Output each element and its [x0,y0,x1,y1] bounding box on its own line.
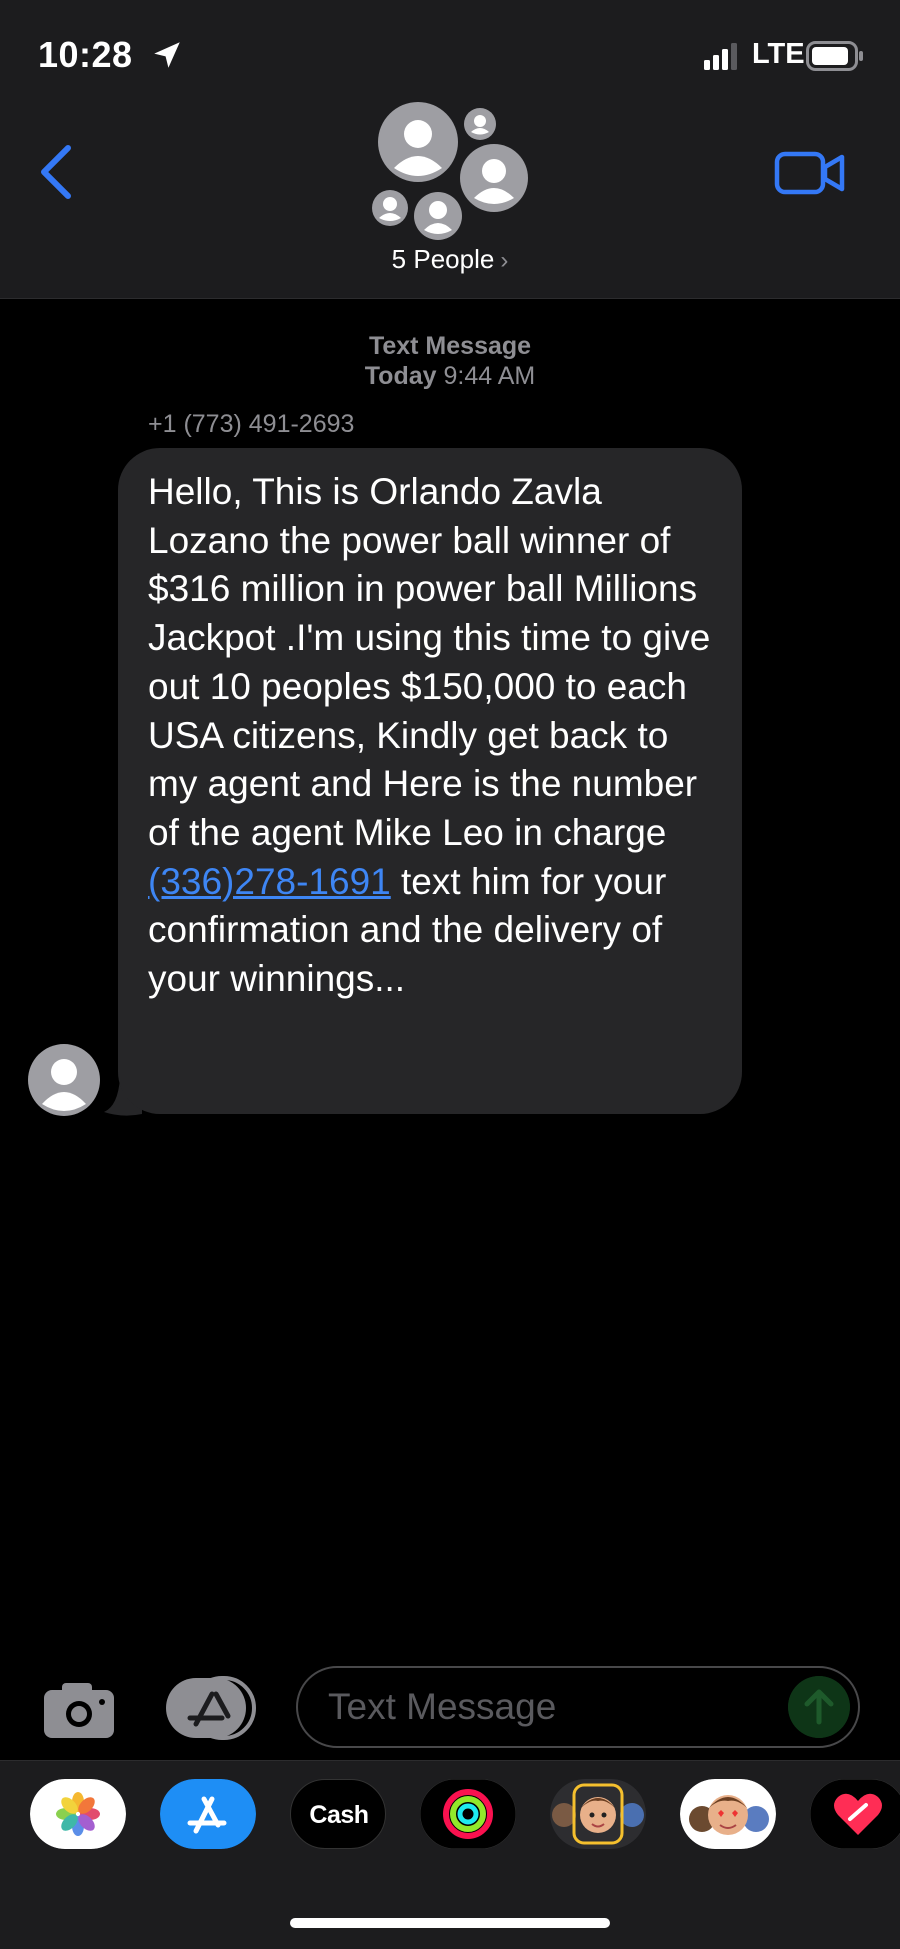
apple-cash-label: Cash [309,1801,369,1829]
facetime-video-icon[interactable] [774,150,846,196]
conversation-header: 10:28 LTE 5 People › [0,0,900,299]
app-store-icon[interactable] [160,1779,256,1849]
people-details-link[interactable]: 5 People › [0,244,900,275]
message-timestamp: Today 9:44 AM [0,362,900,391]
people-count-label: 5 People [391,244,495,274]
apple-cash-icon[interactable]: Cash [290,1779,386,1849]
digital-touch-icon[interactable] [810,1779,900,1849]
network-type: LTE [752,38,805,70]
battery-icon [806,41,863,71]
message-input[interactable] [328,1668,768,1746]
activity-icon[interactable] [420,1779,516,1849]
chevron-right-icon: › [500,247,509,274]
sender-number: +1 (773) 491-2693 [148,410,355,438]
status-time: 10:28 [38,34,133,75]
sender-avatar[interactable] [28,1044,100,1116]
send-arrow-icon[interactable] [788,1676,850,1738]
timestamp-time: 9:44 AM [443,362,536,390]
cellular-signal-icon [704,43,737,70]
message-text: Hello, This is Orlando Zavla Lozano the … [148,468,714,1004]
phone-number-link[interactable]: (336)278-1691 [148,861,391,902]
back-chevron-icon[interactable] [30,140,82,204]
incoming-message-bubble[interactable]: Hello, This is Orlando Zavla Lozano the … [118,448,742,1114]
message-input-field[interactable] [296,1666,860,1748]
location-arrow-icon [154,42,180,68]
photos-app-icon[interactable] [30,1779,126,1849]
home-indicator[interactable] [290,1918,610,1928]
memoji-stickers-icon[interactable] [680,1779,776,1849]
message-text-part: Hello, This is Orlando Zavla Lozano the … [148,471,711,853]
service-label: Text Message [368,332,532,360]
memoji-icon[interactable] [550,1779,646,1849]
camera-icon[interactable] [42,1680,116,1740]
group-avatars-icon[interactable] [370,102,534,242]
timestamp-day: Today [364,362,437,390]
app-store-toggle-icon[interactable] [166,1676,258,1740]
